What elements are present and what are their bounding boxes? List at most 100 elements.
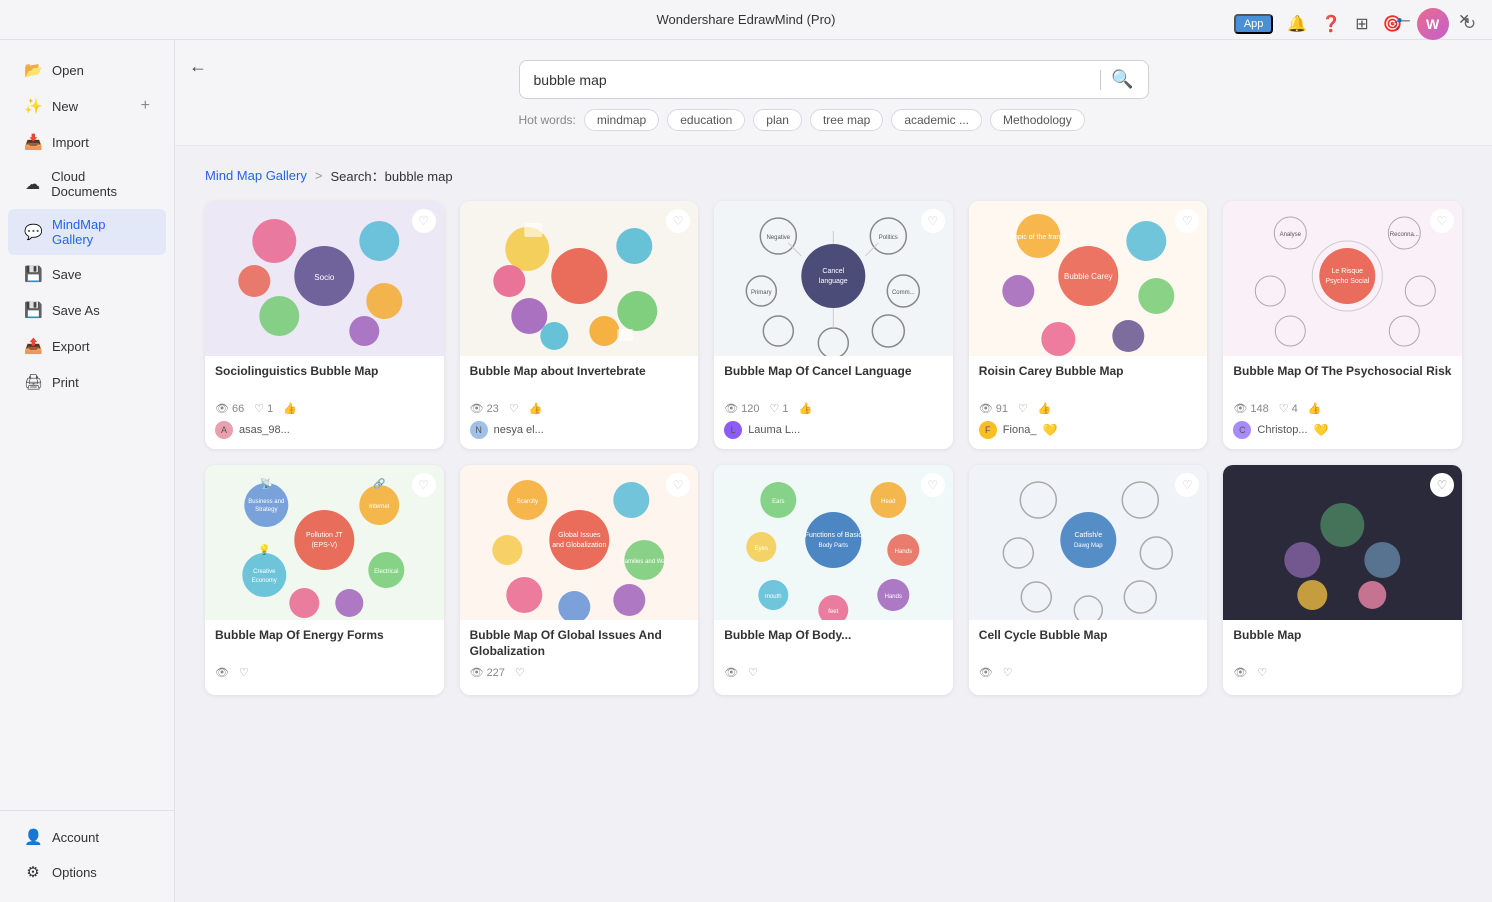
sidebar-item-cloud[interactable]: ☁ Cloud Documents: [8, 161, 166, 207]
card-views-8: 👁: [724, 666, 738, 679]
hot-tag-methodology[interactable]: Methodology: [990, 109, 1085, 131]
sidebar-item-account[interactable]: 👤 Account: [8, 820, 166, 854]
breadcrumb-gallery[interactable]: Mind Map Gallery: [205, 168, 307, 183]
card-meta-1: 👁 66 ♡ 1 👍: [215, 402, 434, 415]
card-heart-6[interactable]: ♡: [412, 473, 436, 497]
card-views-2: 👁 23: [470, 402, 499, 415]
search-button[interactable]: 🔍: [1111, 69, 1133, 90]
sidebar-item-options[interactable]: ⚙ Options: [8, 855, 166, 889]
app-button[interactable]: App: [1234, 14, 1274, 34]
hot-tag-academic[interactable]: academic ...: [891, 109, 982, 131]
card-likes-8: ♡: [748, 666, 758, 679]
author-avatar-4: F: [979, 421, 997, 439]
hot-tag-education[interactable]: education: [667, 109, 745, 131]
hot-tag-treemap[interactable]: tree map: [810, 109, 883, 131]
author-name-1: asas_98...: [239, 424, 290, 436]
card-heart-7[interactable]: ♡: [666, 473, 690, 497]
card-globalization[interactable]: Global Issues and Globalization Families…: [460, 465, 699, 695]
sidebar-item-open[interactable]: 📂 Open: [8, 53, 166, 87]
card-cancel-language[interactable]: Cancel language: [714, 201, 953, 449]
sidebar-item-new[interactable]: ✨ New +: [8, 89, 166, 123]
svg-text:Global Issues: Global Issues: [558, 532, 601, 539]
sidebar-item-export[interactable]: 📤 Export: [8, 329, 166, 363]
card-invertebrate[interactable]: ♡ Duplicate Bubble Map about Invertebrat…: [460, 201, 699, 449]
gold-badge-4: 💛: [1042, 423, 1057, 437]
svg-text:Reconna...: Reconna...: [1390, 232, 1419, 238]
search-area: 🔍 Hot words: mindmap education plan tree…: [175, 40, 1492, 146]
card-views-3: 👁 120: [724, 402, 759, 415]
card-heart-3[interactable]: ♡: [921, 209, 945, 233]
card-author-5: C Christop... 💛: [1233, 421, 1452, 439]
settings-icon[interactable]: 🎯: [1383, 14, 1403, 34]
card-info-1: Sociolinguistics Bubble Map 👁 66 ♡ 1 👍 A…: [205, 356, 444, 449]
card-energy[interactable]: Pollution JT (EPS-V) Business and Strate…: [205, 465, 444, 695]
card-roisin[interactable]: Bubble Carey Topic of the frame ♡ Duplic…: [969, 201, 1208, 449]
card-meta-6: 👁 ♡: [215, 666, 434, 679]
svg-text:Hands: Hands: [895, 549, 912, 555]
user-avatar[interactable]: W: [1417, 8, 1449, 40]
sidebar-label-import: Import: [52, 135, 89, 150]
card-body[interactable]: Functions of Basic Body Parts Ears Head: [714, 465, 953, 695]
sidebar-item-save[interactable]: 💾 Save: [8, 257, 166, 291]
card-sociolinguistics[interactable]: Socio ♡ Duplicate Sociolinguistics Bubbl…: [205, 201, 444, 449]
svg-text:Pollution JT: Pollution JT: [306, 532, 343, 539]
breadcrumb-separator: >: [315, 168, 323, 183]
notification-bell-icon[interactable]: 🔔: [1287, 14, 1307, 34]
card-title-9: Cell Cycle Bubble Map: [979, 628, 1198, 660]
svg-text:Functions of Basic: Functions of Basic: [805, 532, 863, 539]
card-heart-2[interactable]: ♡: [666, 209, 690, 233]
sidebar-label-options: Options: [52, 865, 97, 880]
svg-text:Cancel: Cancel: [823, 268, 845, 275]
card-meta-2: 👁 23 ♡ 👍: [470, 402, 689, 415]
card-heart-1[interactable]: ♡: [412, 209, 436, 233]
card-image-6: Pollution JT (EPS-V) Business and Strate…: [205, 465, 444, 620]
card-info-5: Bubble Map Of The Psychosocial Risk 👁 14…: [1223, 356, 1462, 449]
hot-tag-mindmap[interactable]: mindmap: [584, 109, 659, 131]
card-image-9: Catfish/e Dawg Map ♡ Duplicate: [969, 465, 1208, 620]
sidebar-label-save: Save: [52, 267, 82, 282]
svg-text:Primary: Primary: [751, 290, 772, 296]
account-icon: 👤: [24, 828, 42, 846]
sidebar: 📂 Open ✨ New + 📥 Import ☁ Cloud Document…: [0, 40, 175, 902]
card-heart-10[interactable]: ♡: [1430, 473, 1454, 497]
hot-tag-plan[interactable]: plan: [753, 109, 802, 131]
card-likes-4: ♡: [1018, 402, 1028, 415]
svg-text:and Globalization: and Globalization: [552, 542, 606, 549]
back-button[interactable]: ←: [180, 48, 216, 84]
card-views-4: 👁 91: [979, 402, 1008, 415]
grid-icon[interactable]: ⊞: [1355, 14, 1368, 34]
search-input[interactable]: [534, 72, 1091, 88]
svg-text:language: language: [819, 278, 848, 285]
help-icon[interactable]: ❓: [1321, 14, 1341, 34]
svg-text:Socio: Socio: [314, 273, 335, 282]
svg-text:Head: Head: [881, 499, 895, 505]
refresh-icon[interactable]: ↻: [1463, 14, 1476, 34]
sidebar-item-saveas[interactable]: 💾 Save As: [8, 293, 166, 327]
search-divider: [1100, 70, 1101, 90]
card-author-2: N nesya el...: [470, 421, 689, 439]
card-title-5: Bubble Map Of The Psychosocial Risk: [1233, 364, 1452, 396]
card-psychosocial[interactable]: Le Risque Psycho Social Analyse Reconna.…: [1223, 201, 1462, 449]
card-info-9: Cell Cycle Bubble Map 👁 ♡: [969, 620, 1208, 695]
sidebar-item-import[interactable]: 📥 Import: [8, 125, 166, 159]
new-icon: ✨: [24, 97, 42, 115]
card-heart-5[interactable]: ♡: [1430, 209, 1454, 233]
card-cell-cycle[interactable]: Catfish/e Dawg Map ♡ Duplicate: [969, 465, 1208, 695]
card-image-3: Cancel language: [714, 201, 953, 356]
svg-text:Negative: Negative: [767, 235, 791, 241]
card-title-2: Bubble Map about Invertebrate: [470, 364, 689, 396]
card-heart-8[interactable]: ♡: [921, 473, 945, 497]
card-dark-bubble[interactable]: ♡ Duplicate Bubble Map 👁 ♡: [1223, 465, 1462, 695]
svg-text:Topic of the frame: Topic of the frame: [1010, 234, 1066, 241]
card-title-7: Bubble Map Of Global Issues And Globaliz…: [470, 628, 689, 660]
sidebar-item-print[interactable]: 🖨 Print: [8, 365, 166, 399]
card-info-10: Bubble Map 👁 ♡: [1223, 620, 1462, 695]
export-icon: 📤: [24, 337, 42, 355]
sidebar-item-mindmap[interactable]: 💬 MindMap Gallery: [8, 209, 166, 255]
card-info-3: Bubble Map Of Cancel Language 👁 120 ♡ 1 …: [714, 356, 953, 449]
card-thumbup-3: 👍: [799, 402, 813, 415]
card-image-7: Global Issues and Globalization Families…: [460, 465, 699, 620]
card-meta-9: 👁 ♡: [979, 666, 1198, 679]
card-title-8: Bubble Map Of Body...: [724, 628, 943, 660]
card-image-4: Bubble Carey Topic of the frame ♡ Duplic…: [969, 201, 1208, 356]
